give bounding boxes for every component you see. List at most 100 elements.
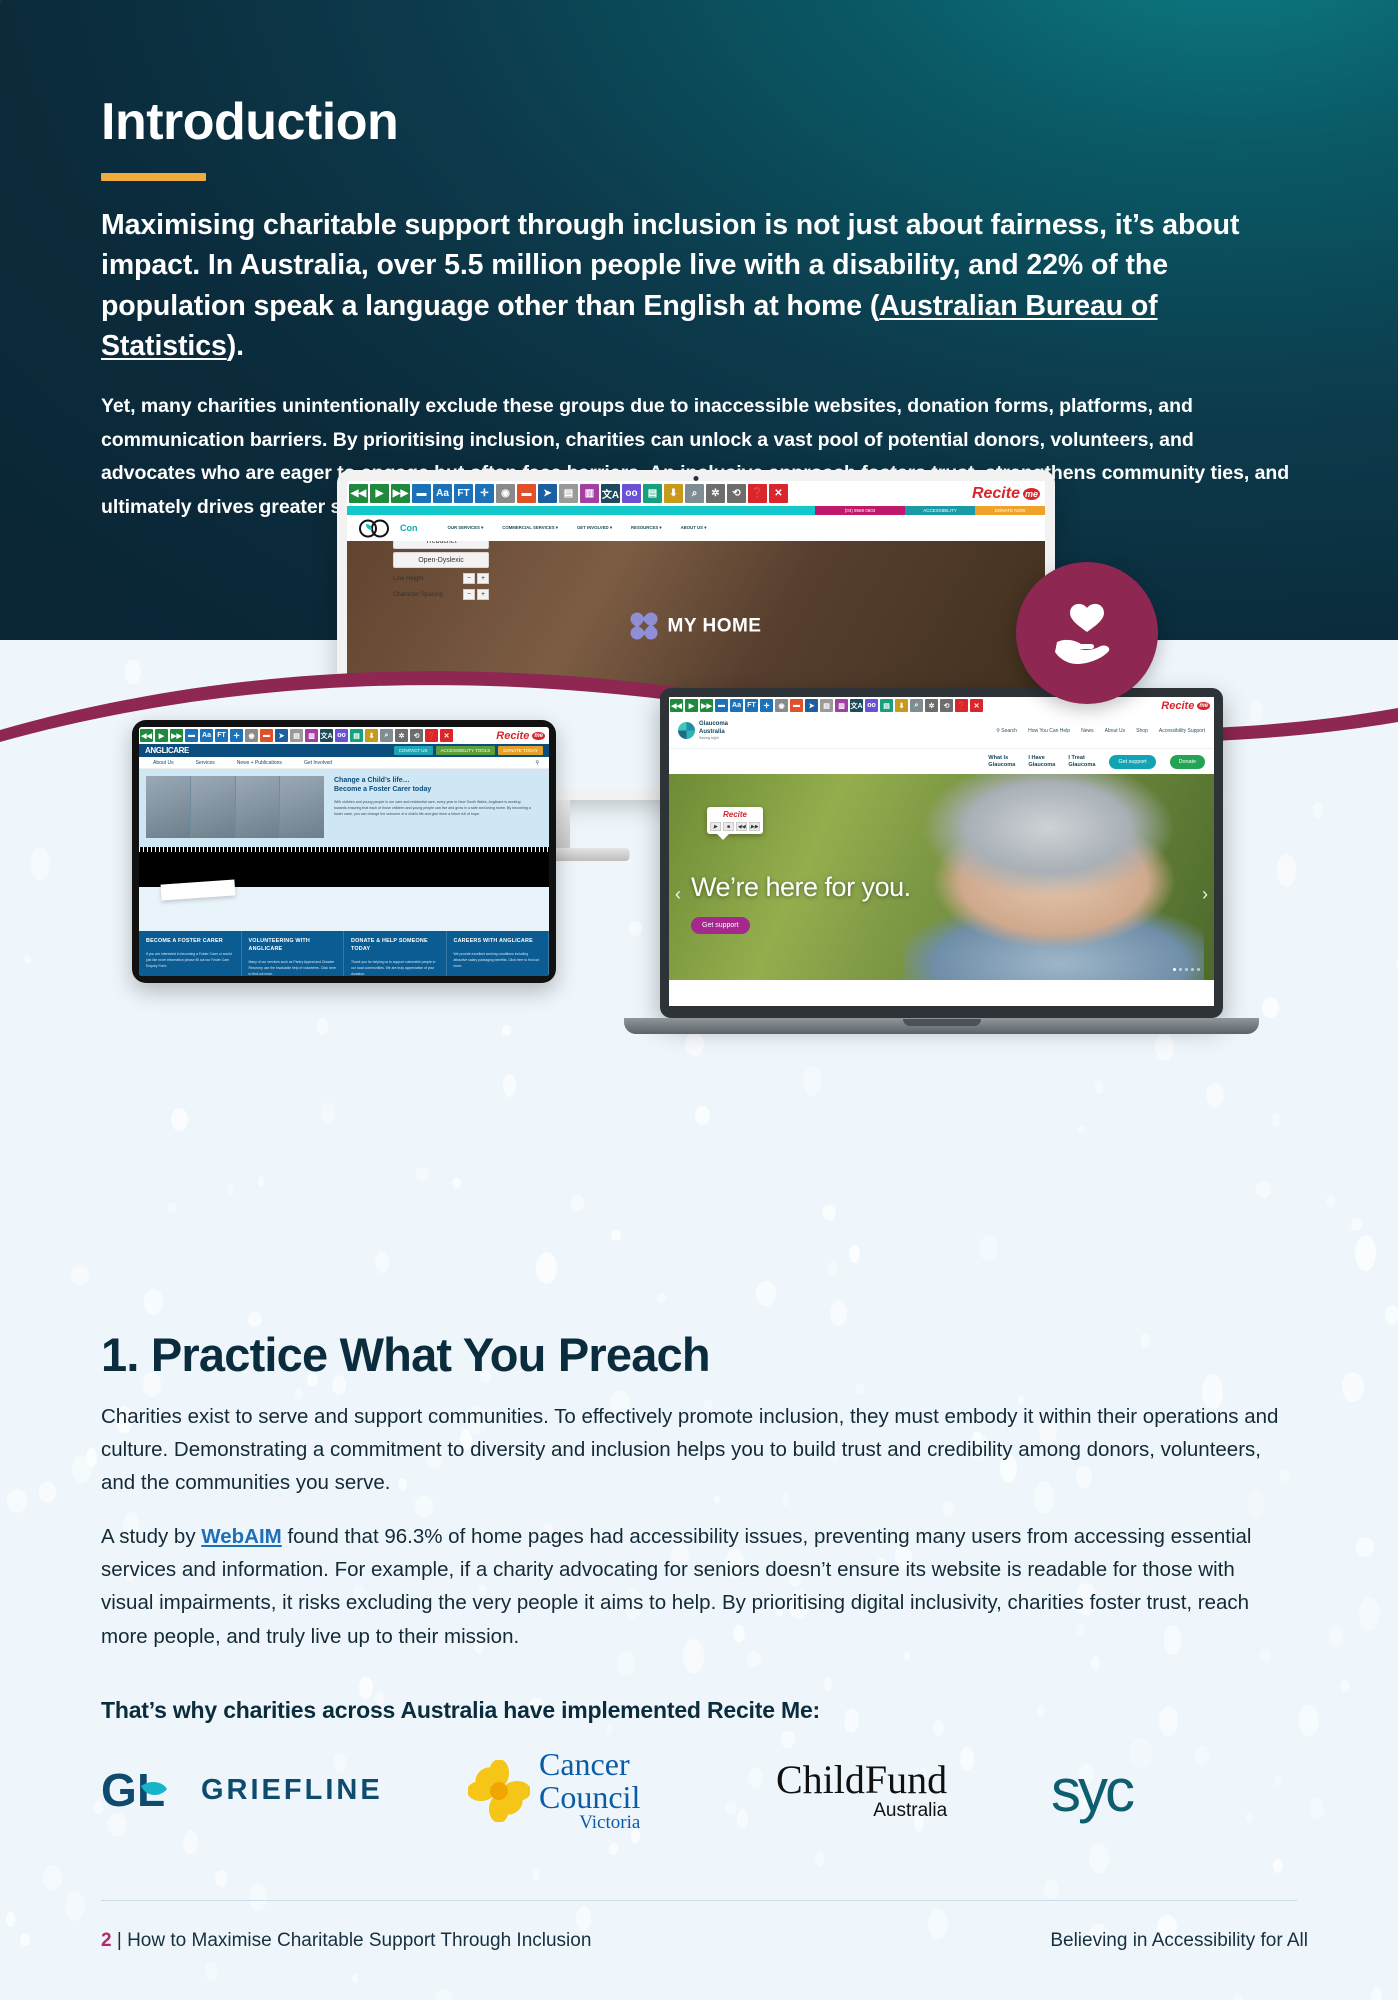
recite-rewind-button[interactable]: ◀◀ [140,729,153,742]
recite-screen-mask-button[interactable]: ▤ [559,484,578,503]
recite-fast-forward-button[interactable]: ▶▶ [170,729,183,742]
monitor-nav-item[interactable]: RESOURCES ▾ [631,525,662,531]
monitor-site-nav[interactable]: OUR SERVICES ▾ COMMERCIAL SERVICES ▾ GET I… [448,525,707,531]
anglicare-pill[interactable]: ACCESSIBILITY TOOLS [436,746,496,755]
recite-download-audio-button[interactable]: ⬇ [895,699,908,712]
recite-settings-button[interactable]: ✲ [395,729,408,742]
glaucoma-top-nav-item[interactable]: Accessibility Support [1159,728,1205,734]
recite-translate-button[interactable]: 文A [320,729,333,742]
recite-user-guide-button[interactable]: ❓ [425,729,438,742]
glaucoma-top-nav[interactable]: ⚲ Search How You Can Help News About Us Shop… [996,728,1205,734]
recite-increase-text-button[interactable]: ✛ [760,699,773,712]
recite-font-type-button[interactable]: FT [454,484,473,503]
recite-font-style-button[interactable]: Aa [433,484,452,503]
recite-decrease-text-button[interactable]: ▬ [185,729,198,742]
recite-toolbar-monitor[interactable]: ◀◀ ▶ ▶▶ ▬ Aa FT ✛ ◉ ▬ ➤ ▤ ▥ 文A oo ▤ ⬇ ⌕ ✲ ⟲ ❓ ✕ Recite me [347,481,1045,506]
recite-plain-text-button[interactable]: ▤ [350,729,363,742]
glaucoma-main-nav-item[interactable]: What Is Glaucoma [988,755,1015,769]
recite-dictionary-button[interactable]: ▥ [835,699,848,712]
glaucoma-main-nav-item[interactable]: I Treat Glaucoma [1068,755,1095,769]
carousel-dots[interactable] [1173,968,1200,971]
recite-fast-forward-button[interactable]: ▶▶ [391,484,410,503]
recite-ruler-button[interactable]: ▬ [517,484,536,503]
recite-increase-text-button[interactable]: ✛ [230,729,243,742]
character-spacing-slider[interactable]: Character Spacing − + [393,589,489,600]
glaucoma-main-nav-item[interactable]: I Have Glaucoma [1028,755,1055,769]
monitor-accessibility-chip[interactable]: ACCESSIBILITY [905,506,975,515]
recite-decrease-text-button[interactable]: ▬ [412,484,431,503]
line-height-plus[interactable]: + [477,573,489,584]
glaucoma-main-nav[interactable]: What Is Glaucoma I Have Glaucoma I Treat Glau… [988,755,1095,769]
glaucoma-top-nav-item[interactable]: ⚲ Search [996,728,1017,734]
anglicare-column[interactable]: BECOME A FOSTER CARER If you are interest… [139,931,242,976]
recite-close-button[interactable]: ✕ [970,699,983,712]
webaim-link[interactable]: WebAIM [201,1525,281,1548]
recite-mask-button[interactable]: ➤ [275,729,288,742]
carousel-prev-icon[interactable]: ‹ [675,884,681,905]
anglicare-nav[interactable]: About Us Services News + Publications Get I… [139,757,549,769]
anglicare-link-columns[interactable]: BECOME A FOSTER CARER If you are interest… [139,931,549,976]
recite-widget-controls[interactable]: ▶ ■ ◀◀ ▶▶ [710,822,760,831]
anglicare-column[interactable]: CAREERS WITH ANGLICARE We provide excelle… [447,931,550,976]
recite-toolbar-tablet[interactable]: ◀◀ ▶ ▶▶ ▬ Aa FT ✛ ◉ ▬ ➤ ▤ ▥ 文A oo ▤ ⬇ ⌕ ✲ ⟲ ❓ ✕ Recite me [139,727,549,744]
recite-widget-control[interactable]: ◀◀ [736,822,747,831]
recite-reset-button[interactable]: ⟲ [410,729,423,742]
recite-font-type-button[interactable]: FT [215,729,228,742]
recite-decrease-text-button[interactable]: ▬ [715,699,728,712]
recite-download-audio-button[interactable]: ⬇ [365,729,378,742]
recite-screen-mask-button[interactable]: ▤ [820,699,833,712]
anglicare-column[interactable]: DONATE & HELP SOMEONE TODAY Thank you for… [344,931,447,976]
recite-reset-button[interactable]: ⟲ [727,484,746,503]
recite-plain-text-button[interactable]: ▤ [880,699,893,712]
recite-toolbar-laptop[interactable]: ◀◀ ▶ ▶▶ ▬ Aa FT ✛ ◉ ▬ ➤ ▤ ▥ 文A oo ▤ ⬇ ⌕ ✲ ⟲ ❓ ✕ Recite me [669,697,1214,714]
recite-close-button[interactable]: ✕ [440,729,453,742]
anglicare-search-icon[interactable]: ⚲ [535,760,549,766]
recite-magnifier-glasses-button[interactable]: oo [622,484,641,503]
recite-widget-control[interactable]: ▶ [710,822,721,831]
anglicare-nav-item[interactable]: Services [196,760,215,766]
recite-dictionary-button[interactable]: ▥ [305,729,318,742]
recite-settings-button[interactable]: ✲ [706,484,725,503]
font-type-dropdown[interactable]: DefaultLegendArialVerdanaComic-Sans-MSGe… [393,541,489,600]
recite-download-audio-button[interactable]: ⬇ [664,484,683,503]
glaucoma-hero-cta[interactable]: Get support [691,917,750,934]
character-spacing-minus[interactable]: − [463,589,475,600]
recite-screen-mask-button[interactable]: ▤ [290,729,303,742]
monitor-phone-chip[interactable]: (03) 9569 0603 [815,506,905,515]
recite-play-button[interactable]: ▶ [370,484,389,503]
font-option[interactable]: Open-Dyslexic [393,552,489,568]
monitor-nav-item[interactable]: OUR SERVICES ▾ [448,525,484,531]
anglicare-column[interactable]: VOLUNTEERING WITH ANGLICARE Many of our s… [242,931,345,976]
line-height-slider[interactable]: Line Height − + [393,573,489,584]
anglicare-pill[interactable]: CONTACT US [394,746,433,755]
recite-widget-control[interactable]: ■ [723,822,734,831]
recite-settings-button[interactable]: ✲ [925,699,938,712]
recite-reset-button[interactable]: ⟲ [940,699,953,712]
recite-font-type-button[interactable]: FT [745,699,758,712]
font-option[interactable]: Trebuchet [393,541,489,549]
recite-floating-widget[interactable]: Recite ▶ ■ ◀◀ ▶▶ [707,807,763,834]
carousel-next-icon[interactable]: › [1202,884,1208,905]
recite-font-style-button[interactable]: Aa [730,699,743,712]
character-spacing-plus[interactable]: + [477,589,489,600]
monitor-nav-item[interactable]: COMMERCIAL SERVICES ▾ [502,525,558,531]
recite-colour-wheel-button[interactable]: ◉ [775,699,788,712]
recite-magnifier-glasses-button[interactable]: oo [335,729,348,742]
recite-colour-wheel-button[interactable]: ◉ [245,729,258,742]
recite-play-button[interactable]: ▶ [685,699,698,712]
recite-magnifier-button[interactable]: ⌕ [380,729,393,742]
recite-mask-button[interactable]: ➤ [538,484,557,503]
recite-close-button[interactable]: ✕ [769,484,788,503]
recite-colour-wheel-button[interactable]: ◉ [496,484,515,503]
recite-magnifier-button[interactable]: ⌕ [685,484,704,503]
glaucoma-top-nav-item[interactable]: How You Can Help [1028,728,1070,734]
monitor-nav-item[interactable]: ABOUT US ▾ [681,525,707,531]
recite-magnifier-button[interactable]: ⌕ [910,699,923,712]
recite-widget-control[interactable]: ▶▶ [749,822,760,831]
recite-ruler-button[interactable]: ▬ [260,729,273,742]
anglicare-nav-item[interactable]: News + Publications [237,760,282,766]
glaucoma-top-nav-item[interactable]: About Us [1105,728,1126,734]
glaucoma-top-nav-item[interactable]: News [1081,728,1094,734]
recite-rewind-button[interactable]: ◀◀ [349,484,368,503]
recite-dictionary-button[interactable]: ▥ [580,484,599,503]
